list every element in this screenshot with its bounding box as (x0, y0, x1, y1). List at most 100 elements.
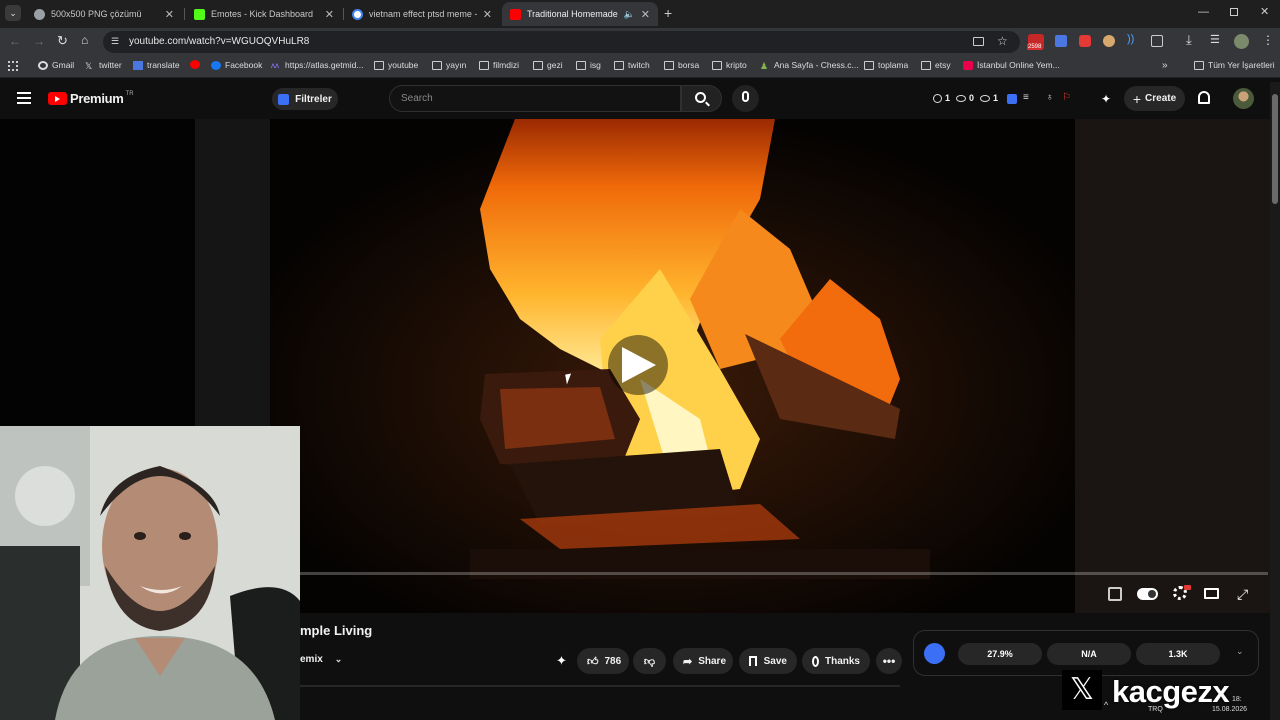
bookmark-youtube[interactable]: youtube (374, 60, 418, 70)
lines-icon[interactable]: ≡ (1023, 92, 1029, 103)
filter-button[interactable]: Filtreler (272, 88, 338, 110)
bookmark-etsy[interactable]: etsy (921, 60, 951, 70)
tab-kick[interactable]: Emotes - Kick Dashboard ✕ (186, 2, 342, 26)
bookmark-chess[interactable]: ♟ Ana Sayfa - Chess.c... (760, 60, 859, 71)
language-indicator[interactable]: TRQ (1148, 706, 1163, 713)
play-button[interactable] (608, 335, 668, 395)
voice-search-button[interactable] (732, 85, 759, 112)
share-label: Share (698, 655, 727, 667)
more-bookmarks-icon[interactable]: » (1162, 60, 1168, 71)
atlas-icon: ʌʌ (271, 60, 279, 70)
bookmark-youtube-red[interactable] (190, 60, 204, 69)
autoplay-toggle[interactable] (1137, 588, 1158, 600)
channel-label: emix (300, 653, 323, 665)
bookmark-translate[interactable]: translate (133, 60, 180, 70)
bookmark-star-icon[interactable]: ☆ (997, 34, 1008, 48)
bookmark-gmail[interactable]: Gmail (38, 60, 74, 70)
close-window-icon[interactable]: ✕ (1260, 5, 1269, 18)
share-button[interactable]: ➦ Share (673, 648, 733, 674)
translate-ext-icon[interactable] (1055, 35, 1067, 47)
bookmark-label: isg (590, 60, 601, 70)
restore-icon[interactable] (1230, 8, 1238, 16)
fullscreen-icon[interactable]: ⤢ (1237, 586, 1248, 603)
new-tab-button[interactable]: + (664, 5, 672, 21)
tab-search-button[interactable]: ⌄ (5, 5, 21, 21)
tab-youtube-active[interactable]: Traditional Homemade Las 🔈 ✕ (502, 2, 658, 26)
minimize-icon[interactable]: — (1198, 6, 1209, 18)
bookmark-gezi[interactable]: gezi (533, 60, 563, 70)
gamepad-icon[interactable]: ✦ (1101, 92, 1111, 106)
audio-ext-icon[interactable]: )) (1127, 33, 1134, 45)
puzzle-extensions-icon[interactable] (1151, 35, 1163, 47)
channel-name[interactable]: emix ⌄ (300, 648, 342, 670)
close-tab-icon[interactable]: ✕ (165, 8, 174, 21)
search-button[interactable] (681, 85, 722, 112)
gamepad-action-icon[interactable]: ✦ (556, 653, 567, 669)
bookmark-filmdizi[interactable]: filmdizi (479, 60, 519, 70)
bookmark-atlas[interactable]: ʌʌ https://atlas.getmid... (271, 60, 363, 70)
account-avatar[interactable] (1233, 88, 1254, 109)
bookmark-borsa[interactable]: borsa (664, 60, 699, 70)
bookmark-yayin[interactable]: yayın (432, 60, 466, 70)
all-bookmarks[interactable]: Tüm Yer İşaretleri (1194, 60, 1275, 70)
iq-player-icon[interactable] (1108, 587, 1122, 601)
speaker-icon[interactable]: 🔈 (624, 9, 635, 20)
adblock-ext-icon[interactable] (1079, 35, 1091, 47)
bookmark-twitter[interactable]: 𝕏twitter (85, 60, 122, 71)
taskbar-tray: ^ TRQ 18: 15.08.2026 (1100, 696, 1280, 720)
cast-icon[interactable] (973, 37, 984, 46)
thanks-button[interactable]: Thanks (802, 648, 870, 674)
bookmark-label: Facebook (225, 60, 263, 70)
like-button[interactable]: 👍︎ 786 (577, 648, 629, 674)
address-bar[interactable]: ☰ youtube.com/watch?v=WGUOQVHuLR8 ☆ (103, 31, 1020, 53)
save-button[interactable]: Save (739, 648, 797, 674)
youtube-logo[interactable]: Premium TR (48, 91, 134, 106)
close-tab-icon[interactable]: ✕ (641, 8, 650, 21)
scrollbar-thumb[interactable] (1272, 94, 1278, 204)
close-tab-icon[interactable]: ✕ (325, 8, 334, 21)
theater-mode-icon[interactable] (1204, 588, 1219, 599)
chevron-down-icon[interactable]: ⌄ (1236, 646, 1244, 657)
page-scrollbar[interactable] (1270, 82, 1280, 720)
hamburger-menu-icon[interactable] (17, 92, 31, 104)
bookmark-label: filmdizi (493, 60, 519, 70)
bell-off-icon[interactable]: ⚐ (1062, 92, 1071, 103)
search-input[interactable]: Search (389, 85, 681, 112)
ribbon-icon[interactable]: ♁ (1046, 92, 1054, 103)
cookie-ext-icon[interactable] (1103, 35, 1115, 47)
notifications-bell-icon[interactable] (1198, 91, 1210, 104)
x-icon: 𝕏 (85, 60, 93, 71)
iq-logo-icon[interactable] (924, 643, 945, 664)
google-icon (352, 8, 363, 20)
bookmark-isg[interactable]: isg (576, 60, 601, 70)
bookmark-facebook[interactable]: Facebook (211, 60, 262, 70)
tray-chevron-icon[interactable]: ^ (1104, 700, 1108, 710)
progress-bar[interactable] (300, 572, 1268, 575)
apps-grid-icon[interactable] (8, 61, 18, 71)
tab-png[interactable]: 500x500 PNG çözümü ✕ (26, 2, 182, 26)
download-icon[interactable]: ⤓ (1186, 32, 1192, 48)
profile-avatar[interactable] (1234, 34, 1249, 49)
reading-list-icon[interactable]: ☰ (1210, 33, 1220, 46)
bookmark-toplama[interactable]: toplama (864, 60, 908, 70)
chrome-menu-icon[interactable]: ⋮ (1262, 33, 1274, 47)
close-tab-icon[interactable]: ✕ (483, 8, 492, 21)
bookmark-kripto[interactable]: kripto (712, 60, 747, 70)
tab-google[interactable]: vietnam effect ptsd meme - Go ✕ (344, 2, 500, 26)
site-info-icon[interactable]: ☰ (111, 36, 119, 47)
create-button[interactable]: + Create (1124, 86, 1185, 111)
forward-icon[interactable]: → (33, 34, 45, 48)
url-text[interactable]: youtube.com/watch?v=WGUOQVHuLR8 (129, 36, 309, 47)
dislike-button[interactable]: 👎︎ (633, 648, 666, 674)
extension-badge-count: 2598 (1027, 44, 1043, 50)
bookmark-yemek[interactable]: İstanbul Online Yem... (963, 60, 1060, 70)
folder-icon (374, 60, 384, 70)
more-actions-button[interactable]: ••• (876, 648, 902, 674)
bookmark-twitch[interactable]: twitch (614, 60, 650, 70)
bookmark-label: youtube (388, 60, 419, 70)
bookmark-label: translate (147, 60, 180, 70)
reload-icon[interactable]: ↻ (57, 33, 68, 49)
home-icon[interactable]: ⌂ (81, 33, 88, 47)
iq-extension-icon[interactable] (1007, 94, 1017, 104)
back-icon[interactable]: ← (9, 34, 21, 48)
